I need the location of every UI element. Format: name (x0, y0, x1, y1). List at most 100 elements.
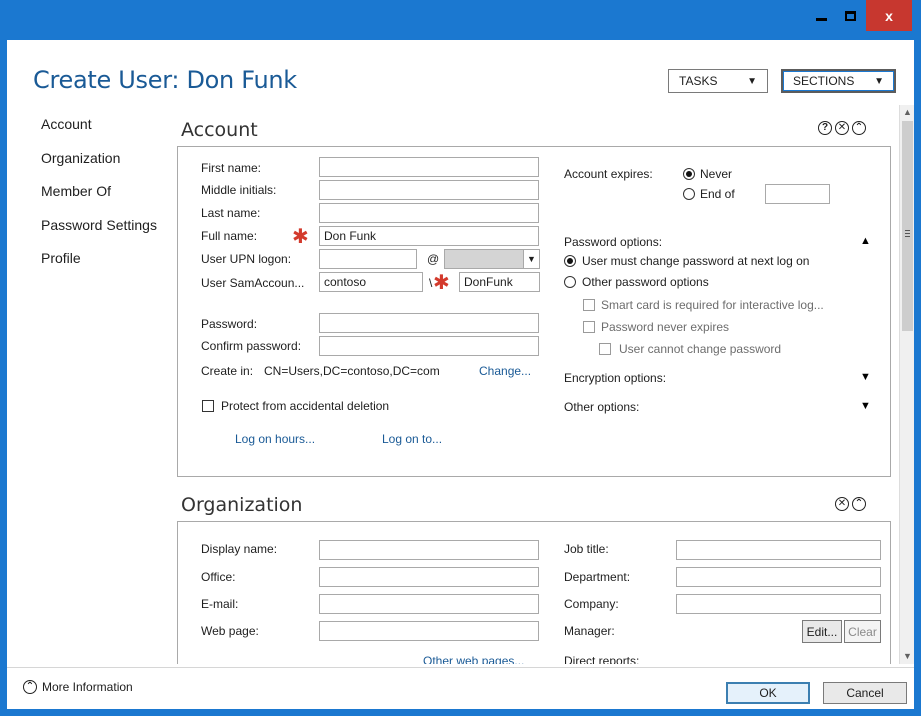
middle-initials-field[interactable] (319, 180, 539, 200)
department-label: Department: (564, 570, 631, 584)
collapse-icon[interactable]: ⌃ (852, 497, 866, 511)
sam-separator: \ (429, 276, 433, 290)
organization-section-controls: ✕ ⌃ (835, 497, 866, 511)
section-nav: Account Organization Member Of Password … (41, 116, 157, 284)
account-panel: First name: Middle initials: Last name: … (177, 146, 891, 477)
close-button[interactable]: x (866, 0, 912, 31)
maximize-button[interactable] (837, 0, 864, 31)
never-expires-checkbox[interactable] (583, 321, 595, 333)
chevron-down-icon: ▼ (747, 75, 757, 87)
close-section-icon[interactable]: ✕ (835, 121, 849, 135)
cannot-change-label: User cannot change password (619, 342, 782, 356)
scroll-up-icon[interactable]: ▲ (900, 105, 915, 120)
expand-triangle-icon[interactable]: ▼ (860, 400, 871, 412)
upn-logon-field[interactable] (319, 249, 417, 269)
manager-label: Manager: (564, 624, 615, 638)
smart-card-label: Smart card is required for interactive l… (601, 298, 824, 312)
web-page-field[interactable] (319, 621, 539, 641)
more-information-link[interactable]: More Information (42, 680, 133, 694)
page-title: Create User: Don Funk (33, 66, 297, 94)
chevron-down-icon: ▼ (874, 75, 884, 87)
company-label: Company: (564, 597, 619, 611)
required-icon: ✱ (292, 226, 309, 248)
expand-more-icon[interactable]: ⌃ (23, 680, 37, 694)
sam-domain-field[interactable]: contoso (319, 272, 423, 292)
confirm-password-label: Confirm password: (201, 339, 302, 353)
minimize-icon (816, 18, 827, 21)
ok-button[interactable]: OK (726, 682, 810, 704)
create-in-label: Create in: (201, 364, 254, 378)
must-change-radio[interactable] (564, 255, 576, 267)
close-section-icon[interactable]: ✕ (835, 497, 849, 511)
other-password-radio[interactable] (564, 276, 576, 288)
expires-end-of-label: End of (700, 187, 735, 201)
first-name-field[interactable] (319, 157, 539, 177)
cancel-button[interactable]: Cancel (823, 682, 907, 704)
job-title-field[interactable] (676, 540, 881, 560)
log-on-to-link[interactable]: Log on to... (382, 432, 442, 446)
grip-icon (905, 230, 910, 237)
change-link[interactable]: Change... (479, 364, 531, 378)
maximize-icon (845, 10, 856, 21)
log-on-hours-link[interactable]: Log on hours... (235, 432, 315, 446)
nav-item-password-settings[interactable]: Password Settings (41, 217, 157, 251)
nav-item-organization[interactable]: Organization (41, 150, 157, 184)
sections-dropdown[interactable]: SECTIONS ▼ (781, 69, 896, 93)
scroll-thumb[interactable] (902, 121, 913, 331)
confirm-password-field[interactable] (319, 336, 539, 356)
department-field[interactable] (676, 567, 881, 587)
password-options-label: Password options: (564, 235, 663, 249)
encryption-options-label: Encryption options: (564, 371, 667, 385)
close-icon: x (885, 7, 893, 24)
sam-account-field[interactable]: DonFunk (459, 272, 540, 292)
expand-triangle-icon[interactable]: ▼ (860, 371, 871, 383)
expires-never-label: Never (700, 167, 733, 181)
tasks-label: TASKS (679, 74, 718, 88)
nav-item-account[interactable]: Account (41, 116, 157, 150)
manager-clear-button[interactable]: Clear (844, 620, 881, 643)
other-options-label: Other options: (564, 400, 640, 414)
first-name-label: First name: (201, 161, 262, 175)
tasks-dropdown[interactable]: TASKS ▼ (668, 69, 768, 93)
help-icon[interactable]: ? (818, 121, 832, 135)
nav-item-member-of[interactable]: Member Of (41, 183, 157, 217)
collapse-triangle-icon[interactable]: ▲ (860, 235, 871, 247)
upn-domain-select[interactable]: ▼ (444, 249, 540, 269)
expires-end-of-radio[interactable] (683, 188, 695, 200)
last-name-field[interactable] (319, 203, 539, 223)
middle-initials-label: Middle initials: (201, 183, 277, 197)
smart-card-checkbox[interactable] (583, 299, 595, 311)
last-name-label: Last name: (201, 206, 261, 220)
password-field[interactable] (319, 313, 539, 333)
expires-date-field[interactable] (765, 184, 830, 204)
must-change-label: User must change password at next log on (582, 254, 810, 268)
protect-deletion-label: Protect from accidental deletion (221, 399, 390, 413)
vertical-scrollbar[interactable]: ▲ ▼ (899, 105, 914, 664)
nav-item-profile[interactable]: Profile (41, 250, 157, 284)
email-field[interactable] (319, 594, 539, 614)
chevron-down-icon: ▼ (523, 250, 539, 268)
other-web-pages-link[interactable]: Other web pages... (423, 654, 524, 664)
cannot-change-checkbox[interactable] (599, 343, 611, 355)
office-field[interactable] (319, 567, 539, 587)
account-section-controls: ? ✕ ⌃ (818, 121, 866, 135)
scroll-down-icon[interactable]: ▼ (900, 649, 915, 664)
at-sign: @ (427, 252, 440, 266)
sam-account-label: User SamAccoun... (201, 276, 305, 290)
direct-reports-label: Direct reports: (564, 654, 640, 664)
job-title-label: Job title: (564, 542, 609, 556)
full-name-field[interactable]: Don Funk (319, 226, 539, 246)
protect-deletion-checkbox[interactable] (202, 400, 214, 412)
collapse-icon[interactable]: ⌃ (852, 121, 866, 135)
company-field[interactable] (676, 594, 881, 614)
content-area: Account ? ✕ ⌃ First name: Middle initial… (177, 105, 897, 664)
footer-bar: ⌃ More Information OK Cancel (7, 667, 914, 709)
office-label: Office: (201, 570, 236, 584)
display-name-field[interactable] (319, 540, 539, 560)
manager-edit-button[interactable]: Edit... (802, 620, 842, 643)
display-name-label: Display name: (201, 542, 278, 556)
sections-label: SECTIONS (793, 74, 855, 88)
expires-never-radio[interactable] (683, 168, 695, 180)
minimize-button[interactable] (808, 0, 835, 31)
organization-panel: Display name: Office: E-mail: Web page: … (177, 521, 891, 664)
